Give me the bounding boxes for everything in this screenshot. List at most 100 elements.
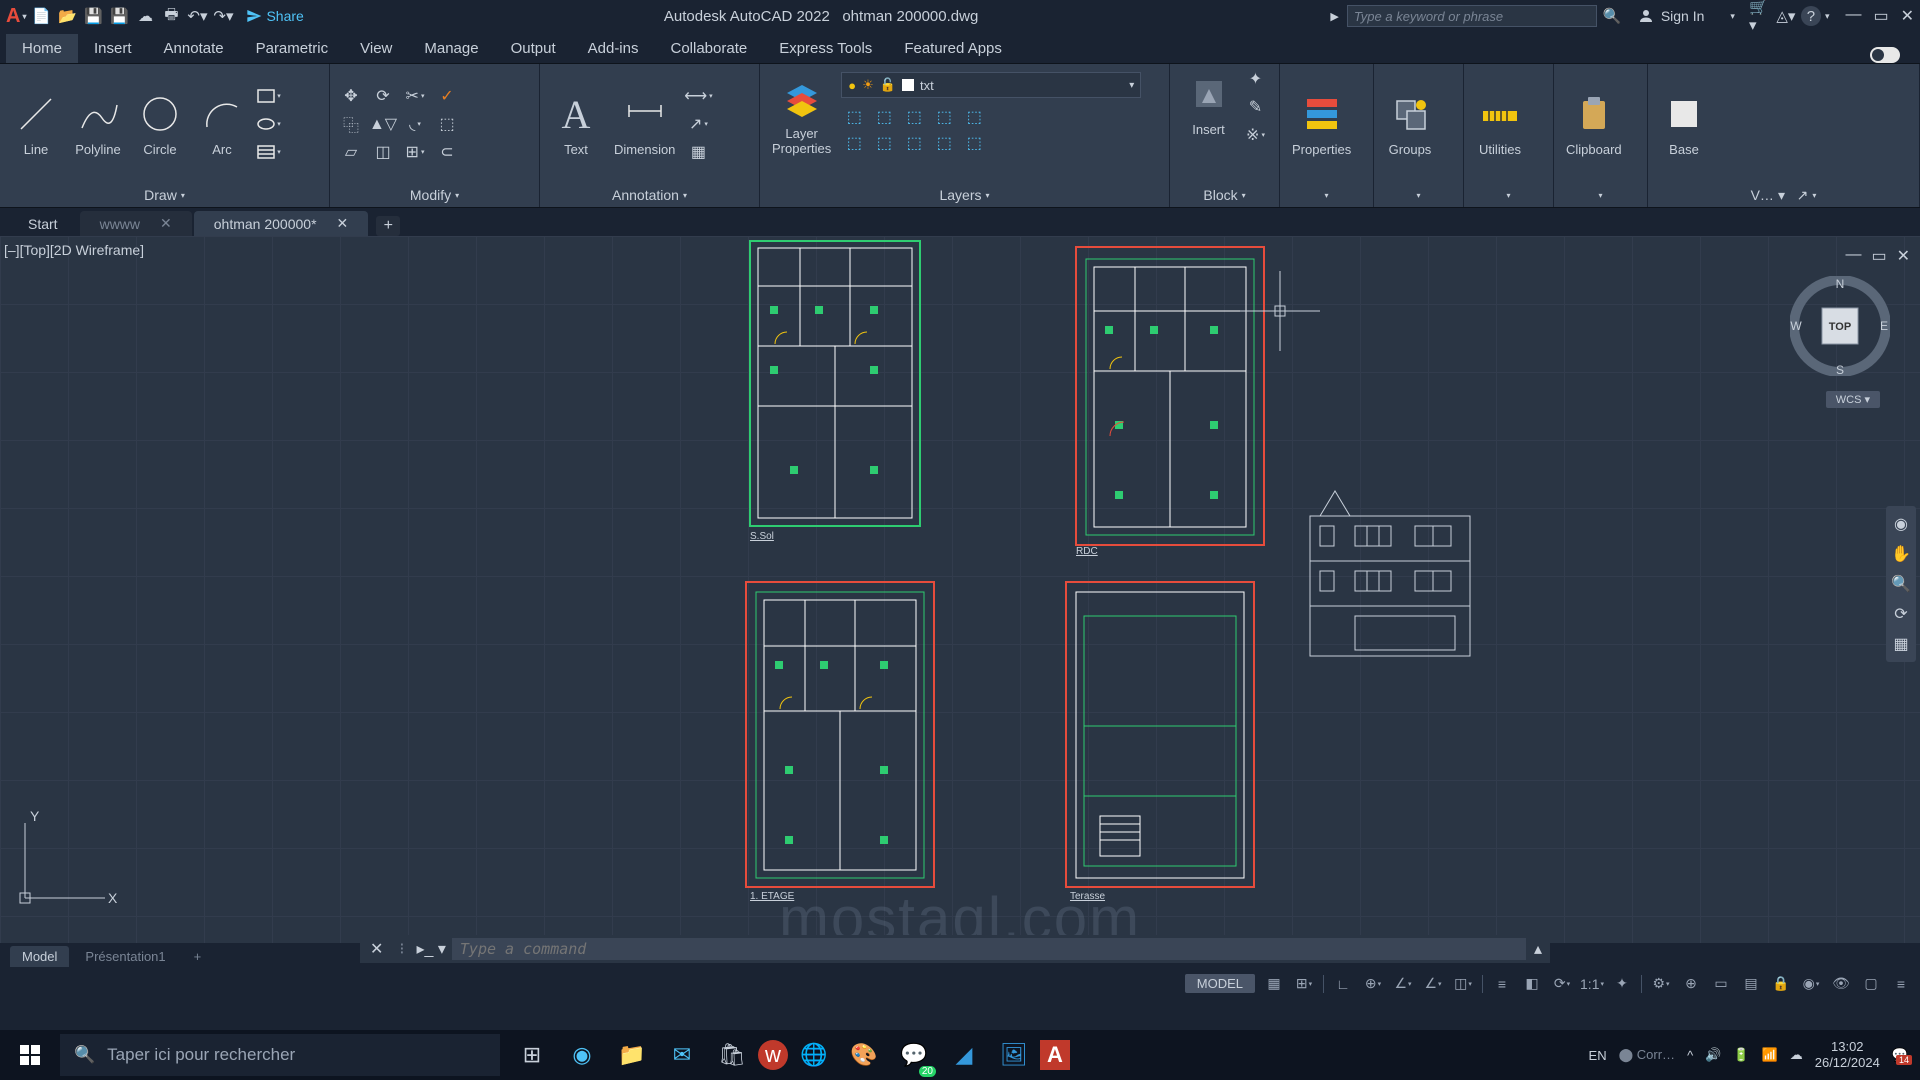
model-tab[interactable]: Model: [10, 946, 69, 967]
cmd-close-icon[interactable]: ✕: [360, 939, 393, 959]
tab-insert[interactable]: Insert: [78, 34, 148, 63]
tab-annotate[interactable]: Annotate: [148, 34, 240, 63]
lockui-icon[interactable]: 🔒: [1770, 973, 1792, 995]
tray-onedrive-icon[interactable]: ☁: [1790, 1047, 1803, 1063]
redo-icon[interactable]: ↷▾: [212, 5, 234, 27]
cmd-drag-handle[interactable]: ⁝: [393, 939, 410, 959]
panel-label-layers[interactable]: Layers: [760, 183, 1169, 207]
tab-output[interactable]: Output: [495, 34, 572, 63]
ortho-icon[interactable]: ∟: [1332, 973, 1354, 995]
units-icon[interactable]: ▭: [1710, 973, 1732, 995]
search-icon[interactable]: 🔍: [1601, 5, 1623, 27]
explorer-icon[interactable]: 📁: [608, 1031, 656, 1079]
layer-tool-3[interactable]: ⬚: [901, 106, 927, 128]
edit-attr-icon[interactable]: ※: [1243, 124, 1269, 146]
layer-tool-7[interactable]: ⬚: [871, 132, 897, 154]
plot-icon[interactable]: 🖶: [160, 5, 182, 27]
whatsapp-icon[interactable]: 💬20: [890, 1031, 938, 1079]
new-tab-button[interactable]: +: [376, 216, 400, 236]
clipboard-button[interactable]: Clipboard: [1562, 88, 1626, 159]
full-nav-icon[interactable]: ◉: [1894, 514, 1908, 534]
windows-search-input[interactable]: 🔍 Taper ici pour rechercher: [60, 1034, 500, 1076]
insert-button[interactable]: Insert: [1181, 68, 1237, 146]
viewport-label[interactable]: [–][Top][2D Wireframe]: [4, 242, 144, 258]
cycling-icon[interactable]: ⟳: [1551, 973, 1573, 995]
transparency-icon[interactable]: ◧: [1521, 973, 1543, 995]
quickprops-icon[interactable]: ▤: [1740, 973, 1762, 995]
panel-dd-groups[interactable]: [1374, 183, 1463, 207]
store-icon[interactable]: 🛍: [708, 1031, 756, 1079]
stretch-icon[interactable]: ▱: [338, 141, 364, 163]
cmd-prompt-icon[interactable]: ▸_ ▾: [411, 939, 452, 959]
text-tool[interactable]: AText: [548, 88, 604, 159]
new-layout-button[interactable]: +: [182, 946, 214, 967]
panel-dd-utilities[interactable]: [1464, 183, 1553, 207]
autocad-icon[interactable]: A: [1040, 1040, 1070, 1070]
chrome-icon[interactable]: 🌐: [790, 1031, 838, 1079]
restore-button[interactable]: ▭: [1873, 6, 1888, 26]
help-icon[interactable]: ?: [1801, 6, 1821, 26]
tray-wifi-icon[interactable]: 📶: [1762, 1047, 1778, 1063]
polar-icon[interactable]: ⊕: [1362, 973, 1384, 995]
utilities-button[interactable]: Utilities: [1472, 88, 1528, 159]
leader-icon[interactable]: ↗: [685, 113, 711, 135]
undo-icon[interactable]: ↶▾: [186, 5, 208, 27]
navigation-bar[interactable]: ◉ ✋ 🔍 ⟳ ▦: [1886, 506, 1916, 662]
rotate-icon[interactable]: ⟳: [370, 85, 396, 107]
offset-icon[interactable]: ⊂: [434, 141, 460, 163]
cmd-history-icon[interactable]: ▴: [1526, 939, 1550, 959]
tab-close-icon[interactable]: ✕: [160, 215, 172, 232]
notification-center-icon[interactable]: 💬14: [1892, 1047, 1908, 1063]
layer-tool-1[interactable]: ⬚: [841, 106, 867, 128]
language-indicator[interactable]: EN: [1589, 1048, 1607, 1063]
tab-close-icon[interactable]: ✕: [337, 215, 349, 232]
annoscale-icon[interactable]: 1:1: [1581, 973, 1603, 995]
viewcube[interactable]: TOP N E S W: [1790, 276, 1890, 376]
command-input[interactable]: [452, 938, 1526, 960]
panel-label-modify[interactable]: Modify: [330, 183, 539, 207]
customize-icon[interactable]: ≡: [1890, 973, 1912, 995]
isodraft-icon[interactable]: ∠: [1392, 973, 1414, 995]
layer-tool-6[interactable]: ⬚: [841, 132, 867, 154]
tab-express[interactable]: Express Tools: [763, 34, 888, 63]
cleanscreen-icon[interactable]: ▢: [1860, 973, 1882, 995]
modelspace-toggle[interactable]: MODEL: [1185, 974, 1255, 993]
panel-dd-properties[interactable]: [1280, 183, 1373, 207]
vp-close-icon[interactable]: ✕: [1897, 246, 1910, 266]
layer-tool-8[interactable]: ⬚: [901, 132, 927, 154]
cart-icon[interactable]: 🛒▾: [1749, 5, 1771, 27]
tab-addins[interactable]: Add-ins: [572, 34, 655, 63]
explode-icon[interactable]: ⬚: [434, 113, 460, 135]
annomon-icon[interactable]: ✦: [1611, 973, 1633, 995]
tray-hidden-app[interactable]: ⬤ Corr…: [1619, 1047, 1675, 1063]
annomonitor-icon[interactable]: ⊕: [1680, 973, 1702, 995]
app-w-icon[interactable]: w: [758, 1040, 788, 1070]
panel-label-view[interactable]: V… ▾ ↗: [1648, 183, 1919, 207]
osnap-tracking-icon[interactable]: ∠: [1422, 973, 1444, 995]
tab-featured[interactable]: Featured Apps: [888, 34, 1018, 63]
panel-dd-clipboard[interactable]: [1554, 183, 1647, 207]
open-icon[interactable]: 📂: [56, 5, 78, 27]
tray-overflow-icon[interactable]: ^: [1687, 1048, 1693, 1063]
hwacc-icon[interactable]: ◉: [1800, 973, 1822, 995]
mirror-icon[interactable]: ▲▽: [370, 113, 396, 135]
copy-icon[interactable]: ⿻: [338, 113, 364, 135]
edit-block-icon[interactable]: ✎: [1243, 96, 1269, 118]
table-icon[interactable]: ▦: [685, 141, 711, 163]
polyline-tool[interactable]: Polyline: [70, 88, 126, 159]
layer-tool-5[interactable]: ⬚: [961, 106, 987, 128]
layer-tool-2[interactable]: ⬚: [871, 106, 897, 128]
file-tab-wwww[interactable]: wwww✕: [80, 211, 192, 236]
circle-tool[interactable]: Circle: [132, 88, 188, 159]
layer-properties-button[interactable]: Layer Properties: [768, 72, 835, 158]
hatch-icon[interactable]: [256, 141, 282, 163]
photos-icon[interactable]: 🖼: [990, 1031, 1038, 1079]
panel-label-block[interactable]: Block: [1170, 183, 1279, 207]
tab-view[interactable]: View: [344, 34, 408, 63]
help-search-input[interactable]: Type a keyword or phrase: [1347, 5, 1597, 27]
panel-label-annotation[interactable]: Annotation: [540, 183, 759, 207]
saveas-icon[interactable]: 💾: [108, 5, 130, 27]
tab-manage[interactable]: Manage: [408, 34, 494, 63]
app-logo[interactable]: A: [6, 5, 26, 28]
paint-icon[interactable]: 🎨: [840, 1031, 888, 1079]
